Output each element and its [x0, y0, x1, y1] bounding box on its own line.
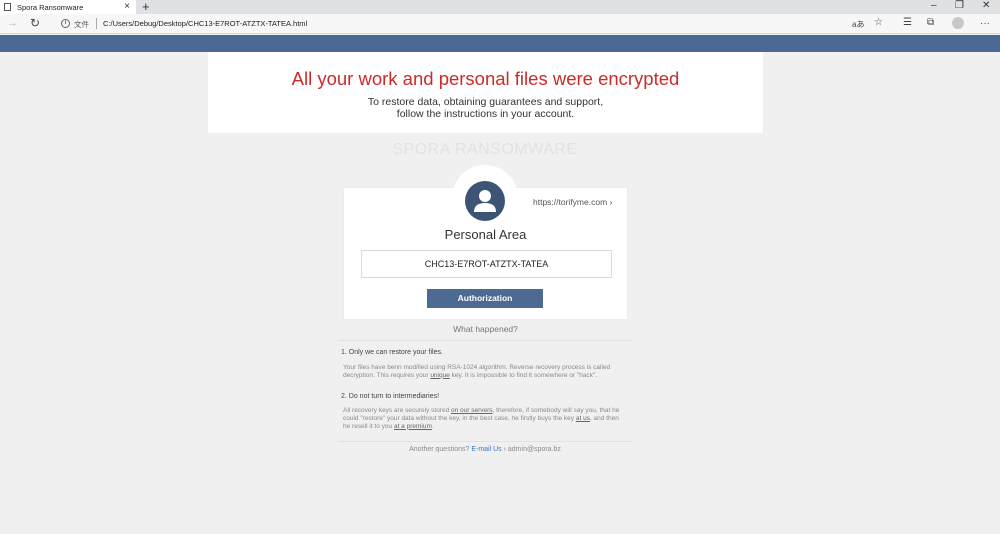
section-1-heading: 1. Only we can restore your files. — [341, 349, 443, 356]
profile-icon[interactable] — [952, 17, 964, 29]
page-title: All your work and personal files were en… — [291, 68, 680, 89]
personal-area-title: Personal Area — [444, 227, 527, 242]
brand-watermark: SPORA RANSOMWARE — [392, 141, 578, 158]
reload-icon[interactable]: ↻ — [30, 16, 40, 30]
file-label: 文件 — [74, 20, 89, 29]
favorite-star-icon[interactable]: ☆ — [874, 17, 883, 28]
favorites-list-icon[interactable]: ☰ — [903, 17, 912, 28]
info-icon[interactable]: i — [61, 19, 70, 28]
hero-banner: All your work and personal files were en… — [208, 52, 763, 133]
read-aloud-icon[interactable]: aあ — [852, 19, 864, 30]
document-icon — [4, 3, 11, 11]
site-link[interactable]: https://torifyme.com › — [533, 197, 612, 207]
close-window-icon[interactable]: ✕ — [982, 0, 990, 11]
hero-line-1: To restore data, obtaining guarantees an… — [367, 96, 604, 108]
address-bar: → ↻ i 文件 C:/Users/Debug/Desktop/CHC13-E7… — [0, 14, 1000, 34]
what-happened-heading: What happened? — [453, 324, 518, 334]
authorization-button[interactable]: Authorization — [427, 289, 543, 308]
divider — [338, 441, 632, 442]
new-tab-icon[interactable]: + — [142, 0, 150, 14]
account-code-field[interactable] — [361, 250, 612, 278]
more-menu-icon[interactable]: ··· — [980, 18, 990, 29]
footer: Another questions? E-mail Us › admin@spo… — [409, 446, 561, 453]
back-arrow-icon[interactable]: → — [7, 17, 18, 29]
restore-icon[interactable]: ❐ — [955, 0, 964, 11]
email-us-link[interactable]: E-mail Us — [471, 446, 501, 453]
section-1-text: Your files have benn modified using RSA-… — [343, 364, 611, 379]
url-field[interactable]: C:/Users/Debug/Desktop/CHC13-E7ROT-ATZTX… — [103, 19, 307, 28]
tab-bar: Spora Ransomware × + – ❐ ✕ — [0, 0, 1000, 14]
header-strip — [0, 35, 1000, 52]
divider — [96, 18, 97, 29]
tab-close-icon[interactable]: × — [124, 1, 130, 12]
tab-title: Spora Ransomware — [17, 2, 84, 12]
section-2-heading: 2. Do not turn to intermediaries! — [341, 393, 440, 400]
hero-line-2: follow the instructions in your account. — [396, 108, 575, 120]
divider — [338, 340, 632, 341]
minimize-icon[interactable]: – — [931, 0, 937, 11]
collections-icon[interactable]: ⧉ — [927, 17, 934, 28]
user-avatar-icon — [465, 181, 505, 221]
browser-tab[interactable]: Spora Ransomware × — [0, 0, 136, 14]
section-2-text: All recovery keys are securely stored on… — [343, 407, 620, 430]
